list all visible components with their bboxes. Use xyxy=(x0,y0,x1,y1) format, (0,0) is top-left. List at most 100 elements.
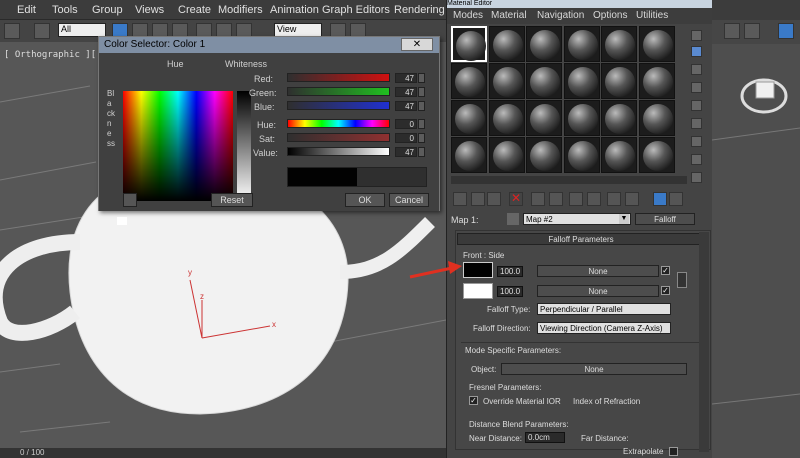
uv-tiling-icon[interactable] xyxy=(691,82,702,93)
hue-slider[interactable] xyxy=(287,119,390,128)
blue-spinner[interactable] xyxy=(418,101,425,111)
color1-amount-field[interactable]: 100.0 xyxy=(497,266,523,277)
color2-swatch[interactable] xyxy=(463,283,493,299)
material-sample-slot[interactable] xyxy=(451,63,487,99)
schematic-view-icon[interactable] xyxy=(744,23,760,39)
material-sample-slot[interactable] xyxy=(563,100,600,136)
menu-tools[interactable]: Tools xyxy=(52,4,78,16)
ok-button[interactable]: OK xyxy=(345,193,385,207)
material-sample-slot[interactable] xyxy=(601,63,637,99)
cancel-button[interactable]: Cancel xyxy=(389,193,429,207)
menu-graph-editors[interactable]: Graph Editors xyxy=(322,4,390,16)
show-end-result-icon[interactable] xyxy=(625,192,639,206)
backlight-icon[interactable] xyxy=(691,46,702,57)
menu-navigation[interactable]: Navigation xyxy=(537,10,584,21)
falloff-direction-dropdown[interactable]: Viewing Direction (Camera Z-Axis) xyxy=(537,322,671,334)
time-slider-bar[interactable]: 0 / 100 xyxy=(0,448,446,458)
falloff-type-dropdown[interactable]: Perpendicular / Parallel xyxy=(537,303,671,315)
material-sample-slot[interactable] xyxy=(526,100,562,136)
material-sample-slot[interactable] xyxy=(488,100,525,136)
pick-material-icon[interactable] xyxy=(507,213,519,225)
rollout-scrollbar[interactable] xyxy=(699,232,709,452)
hue-value[interactable]: 0 xyxy=(395,119,417,129)
sat-spinner[interactable] xyxy=(418,133,425,143)
near-distance-field[interactable]: 0.0cm xyxy=(525,432,565,443)
material-sample-slot[interactable] xyxy=(488,137,525,173)
link-icon[interactable] xyxy=(34,23,50,39)
options-icon[interactable] xyxy=(691,136,702,147)
extrapolate-checkbox[interactable] xyxy=(669,447,678,456)
green-slider[interactable] xyxy=(287,87,390,96)
material-sample-slot[interactable] xyxy=(563,63,600,99)
hue-spinner[interactable] xyxy=(418,119,425,129)
blue-value[interactable]: 47 xyxy=(395,101,417,111)
sample-type-icon[interactable] xyxy=(691,30,702,41)
video-check-icon[interactable] xyxy=(691,100,702,111)
menu-modifiers[interactable]: Modifiers xyxy=(218,4,263,16)
assign-material-icon[interactable] xyxy=(487,192,501,206)
material-sample-slot[interactable] xyxy=(526,63,562,99)
blackness-marker[interactable] xyxy=(117,217,127,225)
menu-views[interactable]: Views xyxy=(135,4,164,16)
material-sample-slot[interactable] xyxy=(488,26,525,62)
blue-slider[interactable] xyxy=(287,101,390,110)
material-sample-slot[interactable] xyxy=(601,137,637,173)
material-sample-slot[interactable] xyxy=(638,100,675,136)
menu-group[interactable]: Group xyxy=(92,4,123,16)
delete-icon[interactable]: ✕ xyxy=(509,192,523,206)
menu-options[interactable]: Options xyxy=(593,10,627,21)
menu-rendering[interactable]: Rendering xyxy=(394,4,445,16)
curve-editor-icon[interactable] xyxy=(724,23,740,39)
green-spinner[interactable] xyxy=(418,87,425,97)
map-name-field[interactable]: Map #2 xyxy=(523,213,631,225)
render-setup-icon[interactable] xyxy=(778,23,794,39)
make-unique-icon[interactable] xyxy=(549,192,563,206)
background-icon[interactable] xyxy=(691,64,702,75)
material-navigator-icon[interactable] xyxy=(691,172,702,183)
map-type-button[interactable]: Falloff xyxy=(635,213,695,225)
material-sample-slot[interactable] xyxy=(526,137,562,173)
value-slider[interactable] xyxy=(287,147,390,156)
green-value[interactable]: 47 xyxy=(395,87,417,97)
select-by-material-icon[interactable] xyxy=(691,154,702,165)
red-slider[interactable] xyxy=(287,73,390,82)
material-sample-slot[interactable] xyxy=(451,100,487,136)
menu-create[interactable]: Create xyxy=(178,4,211,16)
red-value[interactable]: 47 xyxy=(395,73,417,83)
material-sample-slot[interactable] xyxy=(638,26,675,62)
put-to-library-icon[interactable] xyxy=(569,192,583,206)
undo-icon[interactable] xyxy=(4,23,20,39)
material-sample-slot[interactable] xyxy=(563,137,600,173)
color2-map-button[interactable]: None xyxy=(537,285,659,297)
override-ior-checkbox[interactable]: ✓ xyxy=(469,396,478,405)
material-sample-slot[interactable] xyxy=(638,63,675,99)
menu-utilities[interactable]: Utilities xyxy=(636,10,668,21)
red-spinner[interactable] xyxy=(418,73,425,83)
go-forward-sibling-icon[interactable] xyxy=(669,192,683,206)
object-pick-button[interactable]: None xyxy=(501,363,687,375)
sat-slider[interactable] xyxy=(287,133,390,142)
menu-animation[interactable]: Animation xyxy=(270,4,319,16)
menu-edit[interactable]: Edit xyxy=(17,4,36,16)
selection-filter-dropdown[interactable]: All xyxy=(58,23,106,37)
whiteness-slider[interactable] xyxy=(237,91,251,201)
value-spinner[interactable] xyxy=(418,147,425,157)
falloff-parameters-header[interactable]: Falloff Parameters xyxy=(457,233,705,245)
value-value[interactable]: 47 xyxy=(395,147,417,157)
swap-colors-icon[interactable] xyxy=(677,272,687,288)
reference-coord-dropdown[interactable]: View xyxy=(274,23,322,37)
menu-modes[interactable]: Modes xyxy=(453,10,483,21)
material-sample-slot[interactable] xyxy=(638,137,675,173)
make-preview-icon[interactable] xyxy=(691,118,702,129)
slots-scrollbar[interactable] xyxy=(451,176,687,184)
material-sample-slot[interactable] xyxy=(488,63,525,99)
color1-map-checkbox[interactable]: ✓ xyxy=(661,266,670,275)
go-to-parent-icon[interactable] xyxy=(653,192,667,206)
menu-material[interactable]: Material xyxy=(491,10,527,21)
reset-button[interactable]: Reset xyxy=(211,193,253,207)
show-shaded-icon[interactable] xyxy=(607,192,621,206)
copy-material-icon[interactable] xyxy=(531,192,545,206)
color2-map-checkbox[interactable]: ✓ xyxy=(661,286,670,295)
material-sample-slot[interactable] xyxy=(601,100,637,136)
material-sample-slot[interactable] xyxy=(451,26,487,62)
